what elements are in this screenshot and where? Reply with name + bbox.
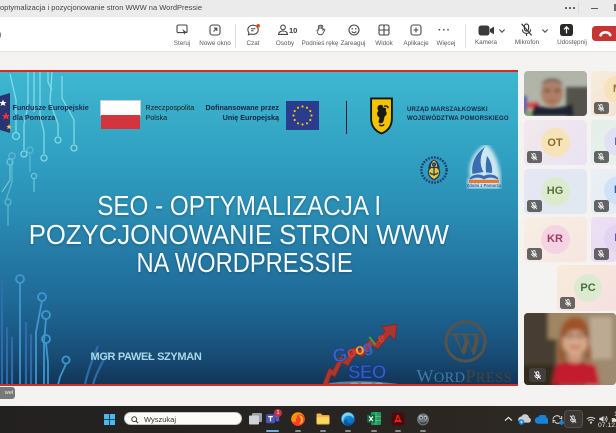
svg-text:SEO: SEO [348,363,386,384]
svg-text:Zdolni z Pomorza: Zdolni z Pomorza [467,183,502,188]
